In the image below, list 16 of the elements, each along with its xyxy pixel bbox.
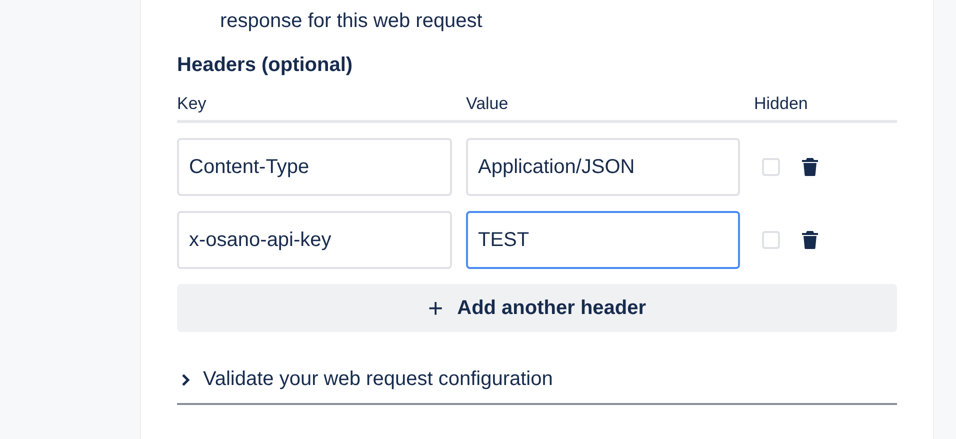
column-header: Key bbox=[177, 94, 206, 114]
column-header: Hidden bbox=[754, 94, 808, 114]
key-input[interactable]: Content-Type bbox=[177, 138, 452, 196]
trash-icon[interactable] bbox=[802, 158, 818, 176]
hidden-checkbox[interactable] bbox=[762, 158, 780, 176]
add-header-button[interactable]: + Add another header bbox=[177, 284, 897, 332]
section-title: Headers (optional) bbox=[177, 53, 354, 77]
chevron-icon bbox=[181, 374, 191, 386]
description-text: response for this web request bbox=[220, 9, 484, 33]
key-input[interactable]: x-osano-api-key bbox=[177, 211, 452, 269]
trash-icon[interactable] bbox=[802, 231, 818, 249]
column-header: Value bbox=[466, 94, 508, 114]
validate-expander[interactable]: Validate your web request configuration bbox=[177, 368, 897, 405]
value-input[interactable]: Application/JSON bbox=[466, 138, 740, 196]
value-input[interactable]: TEST bbox=[466, 211, 740, 269]
hidden-checkbox[interactable] bbox=[762, 231, 780, 249]
